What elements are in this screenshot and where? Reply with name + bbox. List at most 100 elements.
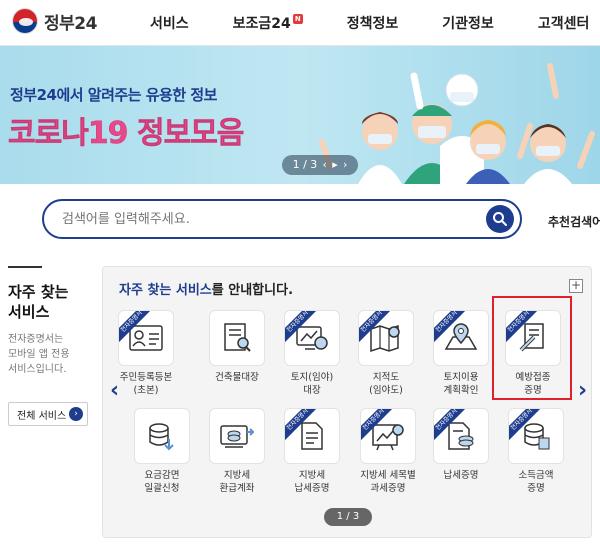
tile-box <box>209 408 265 464</box>
service-tile-income-certificate[interactable]: 전자증명서 소득금액 증명 <box>503 408 569 495</box>
tile-label: 요금감면일괄신청 <box>129 469 195 495</box>
tax-document-icon <box>301 422 323 450</box>
services-next-arrow[interactable]: › <box>578 378 587 403</box>
panel-title-rest: 를 안내합니다. <box>211 283 294 298</box>
tile-label: 건축물대장 <box>204 371 270 384</box>
tile-label: 지방세 세목별 과세증명 <box>355 469 421 495</box>
service-tile-building-register[interactable]: 건축물대장 <box>204 310 270 384</box>
covid-banner[interactable]: 정부24에서 알려주는 유용한 정보 코로나19 정보모음 1 / 3 ‹ ▸ … <box>0 46 600 184</box>
nav-label: 기관정보 <box>442 16 494 32</box>
section-description: 전자증명서는 모바일 앱 전용 서비스입니다. <box>8 332 96 377</box>
tile-label: 토지(임야) 대장 <box>279 371 345 397</box>
tile-label: 소득금액증명 <box>503 469 569 495</box>
tile-label-line: 계획확인 <box>443 385 479 396</box>
section-title-line2: 서비스 <box>8 303 50 321</box>
nav-item-agency[interactable]: 기관정보 <box>442 13 494 33</box>
frequent-services-intro: 자주 찾는 서비스 전자증명서는 모바일 앱 전용 서비스입니다. <box>8 266 96 377</box>
income-icon <box>524 423 550 450</box>
search-area: 추천검색어 <box>0 184 600 254</box>
nav-label: 고객센터 <box>537 16 590 32</box>
banner-title: 코로나19 정보모음 <box>8 116 245 152</box>
tile-label-line: 지적도 <box>372 372 400 383</box>
tile-label-line: 일괄신청 <box>144 483 180 494</box>
search-box <box>42 199 522 239</box>
more-button[interactable]: + <box>569 279 583 293</box>
tile-box: 전자증명서 <box>360 408 416 464</box>
panel-title: 자주 찾는 서비스를 안내합니다. <box>119 279 293 298</box>
tax-cert-icon <box>448 422 474 450</box>
logo[interactable]: 정부24 <box>12 8 97 34</box>
tile-label-line: 지방세 <box>298 470 326 481</box>
emblem-icon <box>12 8 38 34</box>
panel-title-highlight: 자주 찾는 서비스 <box>119 283 212 298</box>
tile-label: 주민등록등본 (초본) <box>113 371 179 397</box>
banner-subtitle: 정부24에서 알려주는 유용한 정보 <box>10 86 217 104</box>
banner-next-button[interactable]: › <box>343 155 347 175</box>
nav-label: 보조금24 <box>232 16 291 32</box>
desc-line: 모바일 앱 전용 <box>8 349 70 360</box>
tile-label-line: 대장 <box>303 385 321 396</box>
main-nav: 서비스 보조금24 N 정책정보 기관정보 고객센터 <box>150 13 589 33</box>
service-tile-land-register[interactable]: 전자증명서 토지(임야) 대장 <box>279 310 345 397</box>
divider <box>8 266 42 268</box>
search-input[interactable] <box>62 208 462 230</box>
nav-item-service[interactable]: 서비스 <box>150 13 189 33</box>
nav-label: 서비스 <box>150 16 189 32</box>
services-prev-arrow[interactable]: ‹ <box>110 378 119 403</box>
tile-box: 전자증명서 <box>358 310 414 366</box>
tile-box: 전자증명서 <box>433 408 489 464</box>
service-tile-cadastral-map[interactable]: 전자증명서 지적도 (임야도) <box>353 310 419 397</box>
tile-box: 전자증명서 <box>284 408 340 464</box>
selected-highlight-box <box>492 296 572 400</box>
search-button[interactable] <box>486 205 514 233</box>
service-tile-fee-reduction[interactable]: 요금감면일괄신청 <box>129 408 195 495</box>
service-tile-local-tax-certificate[interactable]: 전자증명서 지방세 납세증명 <box>279 408 345 495</box>
service-tile-tax-payment-certificate[interactable]: 전자증명서 납세증명 <box>428 408 494 482</box>
tile-box: 전자증명서 <box>118 310 174 366</box>
nav-item-policy[interactable]: 정책정보 <box>347 13 399 33</box>
tile-label-line: 주민등록등본 <box>119 372 173 383</box>
tile-box <box>209 310 265 366</box>
banner-prev-button[interactable]: ‹ <box>323 155 327 175</box>
tile-label-line: 요금감면 <box>144 470 180 481</box>
service-tile-resident-registration[interactable]: 전자증명서 주민등록등본 (초본) <box>113 310 179 397</box>
banner-pager: 1 / 3 ‹ ▸ › <box>282 155 358 175</box>
nav-label: 정책정보 <box>346 16 399 32</box>
all-services-label: 전체 서비스 <box>17 410 67 422</box>
tile-label-line: 지방세 세목별 <box>360 470 416 481</box>
banner-play-icon[interactable]: ▸ <box>332 155 338 175</box>
service-tile-tax-item-certificate[interactable]: 전자증명서 지방세 세목별 과세증명 <box>355 408 421 495</box>
banner-page-count: 1 / 3 <box>292 158 318 171</box>
id-card-icon <box>129 325 163 351</box>
tile-label-line: (임야도) <box>369 385 403 396</box>
refund-icon <box>220 425 255 448</box>
services-page-indicator: 1 / 3 <box>324 508 372 526</box>
service-tile-land-use[interactable]: 전자증명서 토지이용계획확인 <box>428 310 494 397</box>
tile-label-line: 환급계좌 <box>219 483 255 494</box>
tile-label-line: 증명 <box>527 483 545 494</box>
land-register-icon <box>296 326 328 350</box>
document-search-icon <box>224 323 251 352</box>
tile-box: 전자증명서 <box>433 310 489 366</box>
tile-label: 지방세환급계좌 <box>204 469 270 495</box>
tile-label-line: 지방세 <box>223 470 251 481</box>
tile-label-line: 소득금액 <box>518 470 554 481</box>
nav-item-support[interactable]: 고객센터 <box>538 13 590 33</box>
tile-label-line: 토지(임야) <box>290 372 334 383</box>
tile-label: 지방세 납세증명 <box>279 469 345 495</box>
tile-box: 전자증명서 <box>284 310 340 366</box>
tile-label: 지적도 (임야도) <box>353 371 419 397</box>
nav-item-subsidy[interactable]: 보조금24 N <box>233 13 303 33</box>
tile-label-line: 건축물대장 <box>215 372 259 383</box>
map-pin-icon <box>444 323 478 350</box>
service-tile-local-tax-refund[interactable]: 지방세환급계좌 <box>204 408 270 495</box>
coins-icon <box>149 423 174 451</box>
map-search-icon <box>370 324 400 353</box>
recommended-keywords[interactable]: 추천검색어 <box>548 213 600 230</box>
desc-line: 전자증명서는 <box>8 334 64 345</box>
header: 정부24 서비스 보조금24 N 정책정보 기관정보 고객센터 <box>0 0 600 46</box>
tile-label-line: 토지이용 <box>443 372 479 383</box>
tile-box <box>134 408 190 464</box>
desc-line: 서비스입니다. <box>8 364 67 375</box>
all-services-button[interactable]: 전체 서비스 › <box>8 402 88 426</box>
